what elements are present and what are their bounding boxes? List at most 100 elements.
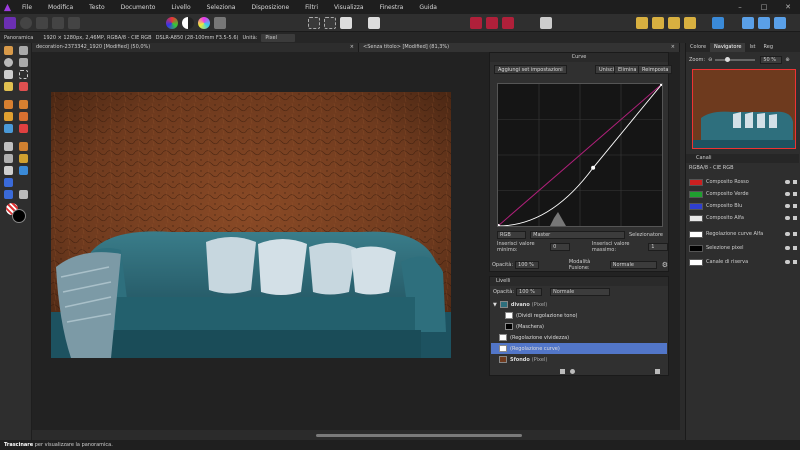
delete-button[interactable]: Elimina [614, 65, 641, 74]
layer-row[interactable]: Sfondo (Pixel) [491, 354, 667, 365]
expand-icon[interactable]: ▼ [493, 302, 497, 308]
menu-seleziona[interactable]: Seleziona [199, 4, 244, 11]
channel-row[interactable]: Regolazione curve Alfa [689, 228, 798, 240]
menu-disposizione[interactable]: Disposizione [243, 4, 297, 11]
artistic-text-icon[interactable] [19, 190, 28, 199]
channel-dropdown[interactable]: Master [530, 231, 625, 239]
inpainting-brush-icon[interactable] [4, 154, 13, 163]
visibility-eye-icon[interactable] [785, 192, 790, 196]
canvas-image[interactable] [51, 92, 451, 358]
zoom-slider[interactable] [715, 57, 756, 62]
menu-file[interactable]: File [14, 4, 40, 11]
arrange-back-icon[interactable] [668, 17, 680, 29]
curves-settings-icon[interactable]: ⚙ [662, 261, 668, 269]
menu-filtri[interactable]: Filtri [297, 4, 326, 11]
curves-opacity-input[interactable]: 100 % [515, 261, 539, 269]
marquee-tool-icon[interactable] [19, 82, 28, 91]
horizontal-scrollbar[interactable] [316, 434, 522, 437]
arrange-forward-icon[interactable] [652, 17, 664, 29]
visibility-eye-icon[interactable] [785, 180, 790, 184]
layer-row[interactable]: ▼ divano (Pixel) [491, 299, 667, 310]
document-tab-untitled[interactable]: <Senza titolo> [Modified] (81,3%) × [359, 43, 680, 52]
blend-mode-dropdown[interactable]: Normale [609, 261, 657, 269]
auto-levels-icon[interactable] [166, 17, 178, 29]
quick-mask-icon[interactable] [368, 17, 380, 29]
arrange-backward-icon[interactable] [684, 17, 696, 29]
flood-select-icon[interactable] [4, 82, 13, 91]
edit-pencil-icon[interactable] [793, 232, 797, 236]
visibility-eye-icon[interactable] [785, 260, 790, 264]
zoom-input[interactable]: 50 % [760, 56, 783, 64]
selection-invert-icon[interactable] [340, 17, 352, 29]
color-swatches[interactable] [6, 203, 26, 223]
edit-pencil-icon[interactable] [793, 192, 797, 196]
layer-row[interactable]: (Regolazione vividezza) [491, 332, 667, 343]
rectangle-tool-icon[interactable] [4, 190, 13, 199]
background-color-swatch[interactable] [12, 209, 26, 223]
develop-persona-icon[interactable] [36, 17, 48, 29]
tone-mapping-persona-icon[interactable] [52, 17, 64, 29]
dodge-brush-icon[interactable] [4, 142, 13, 151]
reset-button[interactable]: Reimposta [638, 65, 673, 74]
pen-tool-icon[interactable] [4, 178, 13, 187]
view-tool-icon[interactable] [4, 46, 13, 55]
selection-brush-icon[interactable] [19, 70, 28, 79]
channel-row[interactable]: Composito Verde [689, 188, 798, 200]
channel-row[interactable]: Composito Alfa [689, 212, 798, 224]
menu-visualizza[interactable]: Visualizza [326, 4, 372, 11]
zoom-slider-thumb[interactable] [725, 57, 731, 62]
export-persona-icon[interactable] [68, 17, 80, 29]
color-picker-icon[interactable] [540, 17, 552, 29]
red-eye-icon[interactable] [4, 166, 13, 175]
edit-pencil-icon[interactable] [793, 180, 797, 184]
tab-navigator[interactable]: Navigatore [710, 43, 746, 52]
paint-brush-icon[interactable] [4, 100, 13, 109]
selection-add-icon[interactable] [324, 17, 336, 29]
force-pixel-icon[interactable] [502, 17, 514, 29]
flood-fill-icon[interactable] [4, 124, 13, 133]
move-tool-icon[interactable] [19, 46, 28, 55]
menu-documento[interactable]: Documento [113, 4, 164, 11]
gradient-tool-icon[interactable] [19, 124, 28, 133]
zoom-out-icon[interactable]: ⊖ [708, 57, 712, 63]
minimize-button[interactable]: – [728, 0, 752, 14]
liquify-persona-icon[interactable] [20, 17, 32, 29]
auto-colors-icon[interactable] [198, 17, 210, 29]
visibility-eye-icon[interactable] [785, 216, 790, 220]
document-tab-decoration[interactable]: decoration-2373342_1920 [Modified] (50,0… [32, 43, 359, 52]
visibility-eye-icon[interactable] [785, 246, 790, 250]
app-logo-icon[interactable] [0, 0, 14, 14]
selection-mode-icon[interactable] [308, 17, 320, 29]
menu-finestra[interactable]: Finestra [372, 4, 412, 11]
clone-brush-icon[interactable] [19, 142, 28, 151]
menu-modifica[interactable]: Modifica [40, 4, 81, 11]
tab-color[interactable]: Colore [686, 43, 710, 52]
color-replace-icon[interactable] [19, 100, 28, 109]
max-value-input[interactable]: 1 [648, 243, 668, 251]
layer-row[interactable]: (Dividi regolazione tono) [491, 310, 667, 321]
layer-add-new-icon[interactable] [655, 369, 660, 374]
blemish-removal-icon[interactable] [19, 154, 28, 163]
channel-row[interactable]: Composito Rosso [689, 176, 798, 188]
assistant-icon[interactable] [470, 17, 482, 29]
arrange-front-icon[interactable] [636, 17, 648, 29]
tab-adjustments[interactable]: Reg [760, 43, 778, 52]
tab-layers[interactable]: Livelli [490, 277, 668, 286]
edit-pencil-icon[interactable] [793, 204, 797, 208]
menu-guida[interactable]: Guida [411, 4, 445, 11]
studio-hide-icon[interactable] [774, 17, 786, 29]
pixel-tool-icon[interactable] [4, 112, 13, 121]
crop-tool-icon[interactable] [4, 70, 13, 79]
tab-histogram[interactable]: Ist [745, 43, 759, 52]
close-tab-icon[interactable]: × [350, 43, 354, 52]
auto-white-balance-icon[interactable] [214, 17, 226, 29]
min-value-input[interactable]: 0 [550, 243, 570, 251]
auto-contrast-icon[interactable] [182, 17, 194, 29]
studio-reset-icon[interactable] [758, 17, 770, 29]
navigator-preview[interactable] [692, 69, 796, 149]
color-space-dropdown[interactable]: RGB [497, 231, 527, 239]
layer-row-selected[interactable]: (Regolazione curve) [491, 343, 667, 354]
channel-row[interactable]: Composito Blu [689, 200, 798, 212]
maximize-button[interactable]: □ [752, 0, 776, 14]
edit-pencil-icon[interactable] [793, 216, 797, 220]
